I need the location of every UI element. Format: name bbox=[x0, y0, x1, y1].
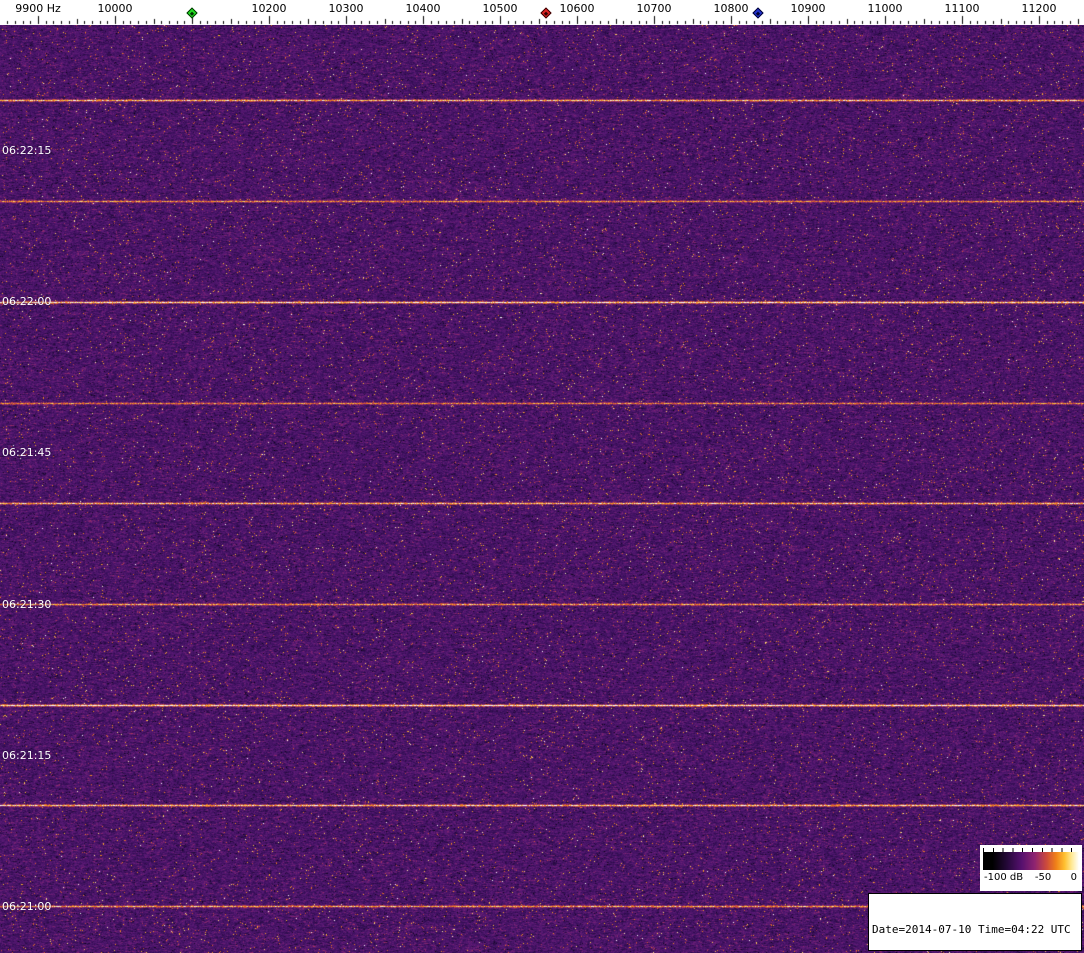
freq-tick-label: 9900 Hz bbox=[15, 2, 61, 15]
colorbar-label-mid: -50 bbox=[1034, 872, 1052, 883]
time-tick-label: 06:21:00 bbox=[2, 900, 52, 913]
time-tick-label: 06:21:30 bbox=[2, 597, 52, 611]
colorbar-gradient bbox=[983, 852, 1079, 870]
time-tick-label: 06:21:45 bbox=[2, 446, 52, 460]
freq-tick-label: 10300 bbox=[328, 2, 364, 15]
observation-info-box: Date=2014-07-10 Time=04:22 UTC Freq=143 … bbox=[868, 893, 1082, 951]
freq-tick-label: 11000 bbox=[867, 2, 903, 15]
freq-tick-label: 10900 bbox=[790, 2, 826, 15]
waterfall-canvas[interactable] bbox=[0, 25, 1084, 953]
colorbar-label-max: 0 bbox=[1070, 872, 1077, 883]
time-tick-label: 06:21:15 bbox=[2, 748, 52, 762]
freq-tick-label: 11200 bbox=[1021, 2, 1057, 15]
marker-center-dot bbox=[755, 11, 761, 16]
freq-tick-label: 10200 bbox=[251, 2, 287, 15]
time-tick-label: 06:22:15 bbox=[2, 144, 52, 157]
marker-center-dot bbox=[544, 11, 549, 16]
colorbar-labels: -100 dB -50 0 bbox=[982, 870, 1080, 884]
freq-tick-label: 10500 bbox=[482, 2, 518, 15]
freq-tick-label: 10400 bbox=[405, 2, 441, 15]
freq-tick-label: 10700 bbox=[636, 2, 672, 15]
freq-tick-label: 10800 bbox=[713, 2, 749, 15]
colorbar-label-min: -100 dB bbox=[984, 872, 1024, 883]
spectrogram-app: 9900 Hz 10000 10200 10300 10400 10500 10600 107… bbox=[0, 0, 1084, 953]
info-line-date: Date=2014-07-10 Time=04:22 UTC bbox=[872, 923, 1071, 936]
time-tick-label: 06:22:00 bbox=[2, 295, 52, 309]
freq-tick-label: 10000 bbox=[97, 2, 133, 15]
marker-center-dot bbox=[189, 11, 195, 16]
colorbar-legend: -100 dB -50 0 bbox=[980, 845, 1082, 891]
freq-tick-label: 11100 bbox=[944, 2, 980, 15]
frequency-axis: 9900 Hz 10000 10200 10300 10400 10500 10600 107… bbox=[0, 0, 1084, 25]
freq-tick-label: 10600 bbox=[559, 2, 595, 15]
